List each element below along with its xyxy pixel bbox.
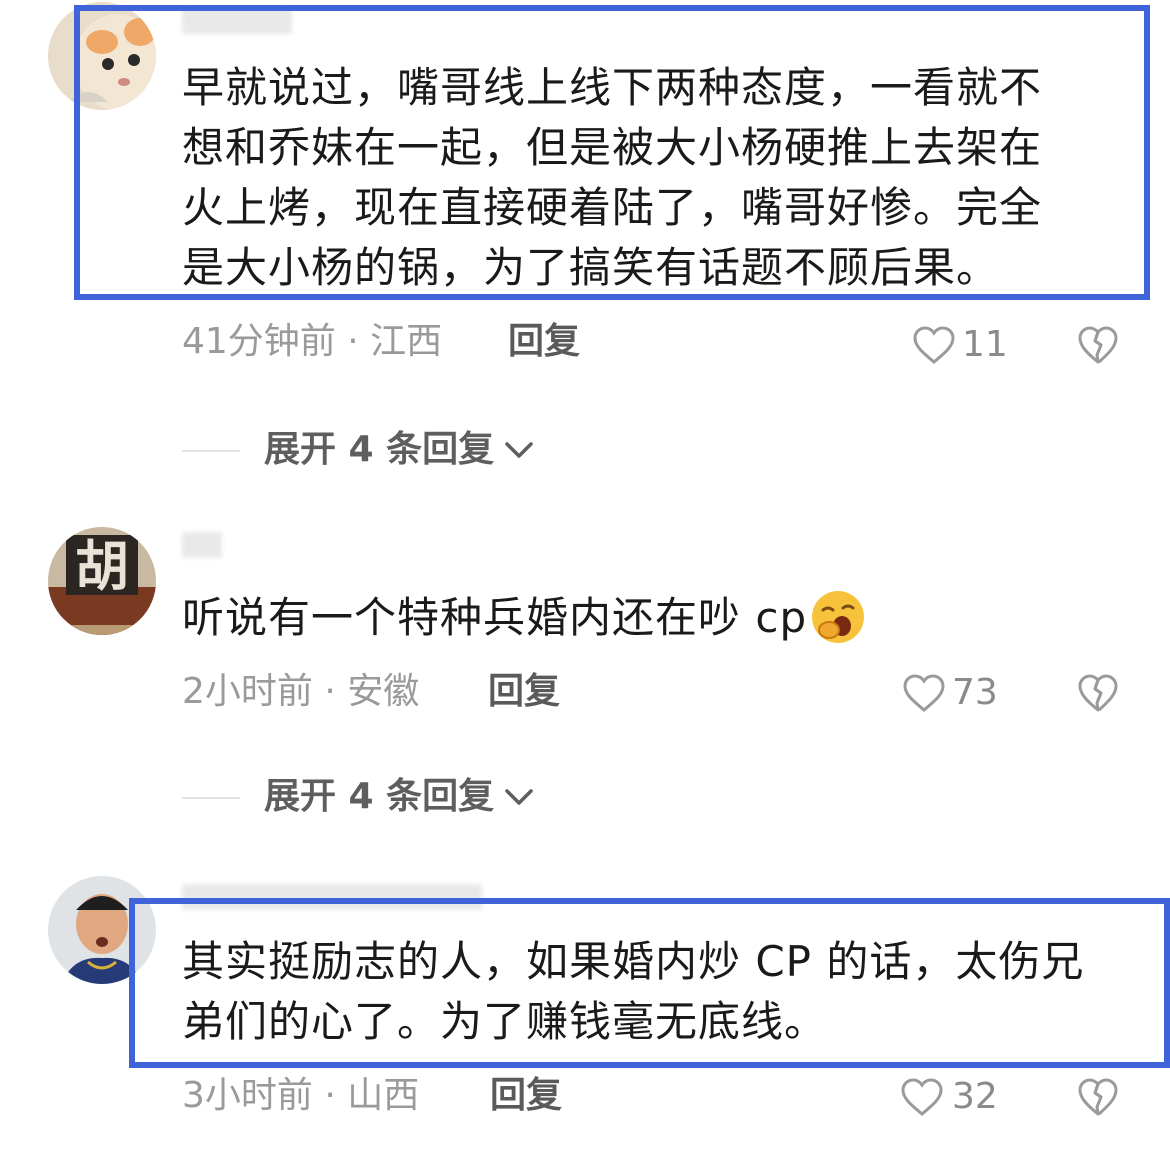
comment-meta: 3小时前 · 山西 <box>182 1075 420 1116</box>
chevron-down-icon[interactable] <box>504 440 534 460</box>
comment-line: 早就说过，嘴哥线上线下两种态度，一看就不 <box>182 63 1043 112</box>
expand-replies-button[interactable]: 展开 4 条回复 <box>264 775 494 819</box>
comment-line: 其实挺励志的人，如果婚内炒 CP 的话，太伤兄 <box>182 937 1085 986</box>
comment-text: 听说有一个特种兵婚内还在吵 cp <box>182 588 867 648</box>
avatar[interactable] <box>48 876 156 984</box>
comment-text: 其实挺励志的人，如果婚内炒 CP 的话，太伤兄 弟们的心了。为了赚钱毫无底线。 <box>182 932 1084 1052</box>
cat-avatar-image <box>48 2 156 110</box>
expand-replies-button[interactable]: 展开 4 条回复 <box>264 428 494 472</box>
broken-heart-icon[interactable] <box>1077 673 1119 713</box>
reply-button[interactable]: 回复 <box>490 1074 562 1118</box>
like-count: 32 <box>952 1076 998 1117</box>
yawning-face-emoji <box>812 591 865 643</box>
avatar[interactable] <box>48 2 156 110</box>
comment-line: 弟们的心了。为了赚钱毫无底线。 <box>182 997 828 1046</box>
svg-text:胡: 胡 <box>75 534 129 598</box>
comment-meta: 41分钟前 · 江西 <box>182 321 443 362</box>
broken-heart-icon[interactable] <box>1077 1077 1119 1117</box>
comment-line: 想和乔妹在一起，但是被大小杨硬推上去架在 <box>182 123 1043 172</box>
username-redacted <box>182 532 222 558</box>
like-count: 11 <box>962 324 1008 365</box>
heart-outline-icon[interactable] <box>912 325 956 365</box>
comment-text: 早就说过，嘴哥线上线下两种态度，一看就不 想和乔妹在一起，但是被大小杨硬推上去架… <box>182 58 1042 298</box>
chevron-down-icon[interactable] <box>504 787 534 807</box>
reply-button[interactable]: 回复 <box>508 320 580 364</box>
heart-outline-icon[interactable] <box>902 673 946 713</box>
comment-line: 火上烤，现在直接硬着陆了，嘴哥好惨。完全 <box>182 183 1043 232</box>
expand-divider <box>182 450 240 452</box>
reply-button[interactable]: 回复 <box>488 670 560 714</box>
like-count: 73 <box>952 672 998 713</box>
username-redacted <box>182 8 292 34</box>
comment-line-wrap: 听说有一个特种兵婚内还在吵 cp <box>182 588 867 648</box>
heart-outline-icon[interactable] <box>900 1077 944 1117</box>
expand-divider <box>182 797 240 799</box>
man-avatar-image <box>48 876 156 984</box>
poster-avatar-image: 胡 <box>48 527 156 635</box>
comment-meta: 2小时前 · 安徽 <box>182 671 420 712</box>
username-redacted <box>182 884 482 910</box>
broken-heart-icon[interactable] <box>1077 325 1119 365</box>
comment-line: 听说有一个特种兵婚内还在吵 cp <box>182 593 808 642</box>
comment-line: 是大小杨的锅，为了搞笑有话题不顾后果。 <box>182 243 1000 292</box>
avatar[interactable]: 胡 <box>48 527 156 635</box>
